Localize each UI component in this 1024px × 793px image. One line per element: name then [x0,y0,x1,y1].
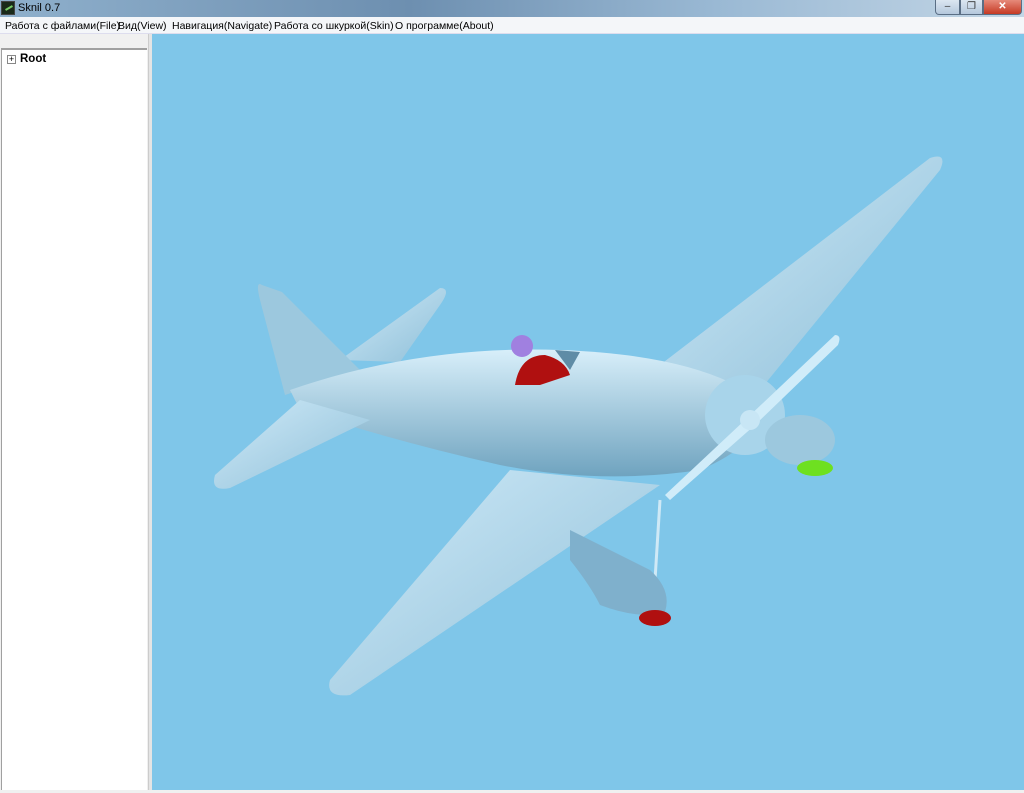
scene-tree-panel: + Root [0,34,148,790]
3d-viewport[interactable] [152,34,1024,790]
close-button[interactable]: ✕ [983,0,1022,15]
pilot-helmet [511,335,533,357]
menu-view[interactable]: Вид(View) [118,20,167,32]
title-bar: Sknil 0.7 – ❐ ✕ [0,0,1024,17]
menu-file[interactable]: Работа с файлами(File) [5,20,120,32]
menu-bar: Работа с файлами(File) Вид(View) Навигац… [0,17,1024,34]
tail-stabilizer-far [340,288,446,362]
landing-gear-fairing [570,530,667,615]
menu-navigate[interactable]: Навигация(Navigate) [172,20,272,32]
maximize-button[interactable]: ❐ [960,0,983,15]
aircraft-model [214,156,943,696]
propeller-tip [797,460,833,476]
tree-node-root[interactable]: + Root [7,53,46,65]
right-wing [660,156,943,390]
app-icon [1,1,15,15]
propeller-hub [740,410,760,430]
expand-icon[interactable]: + [7,54,16,64]
wheel [639,610,671,626]
minimize-button[interactable]: – [935,0,960,15]
menu-skin[interactable]: Работа со шкуркой(Skin) [274,20,394,32]
scene-tree[interactable]: + Root [1,48,147,790]
tree-node-label[interactable]: Root [20,53,46,65]
window-title: Sknil 0.7 [18,2,61,14]
menu-about[interactable]: О программе(About) [395,20,494,32]
